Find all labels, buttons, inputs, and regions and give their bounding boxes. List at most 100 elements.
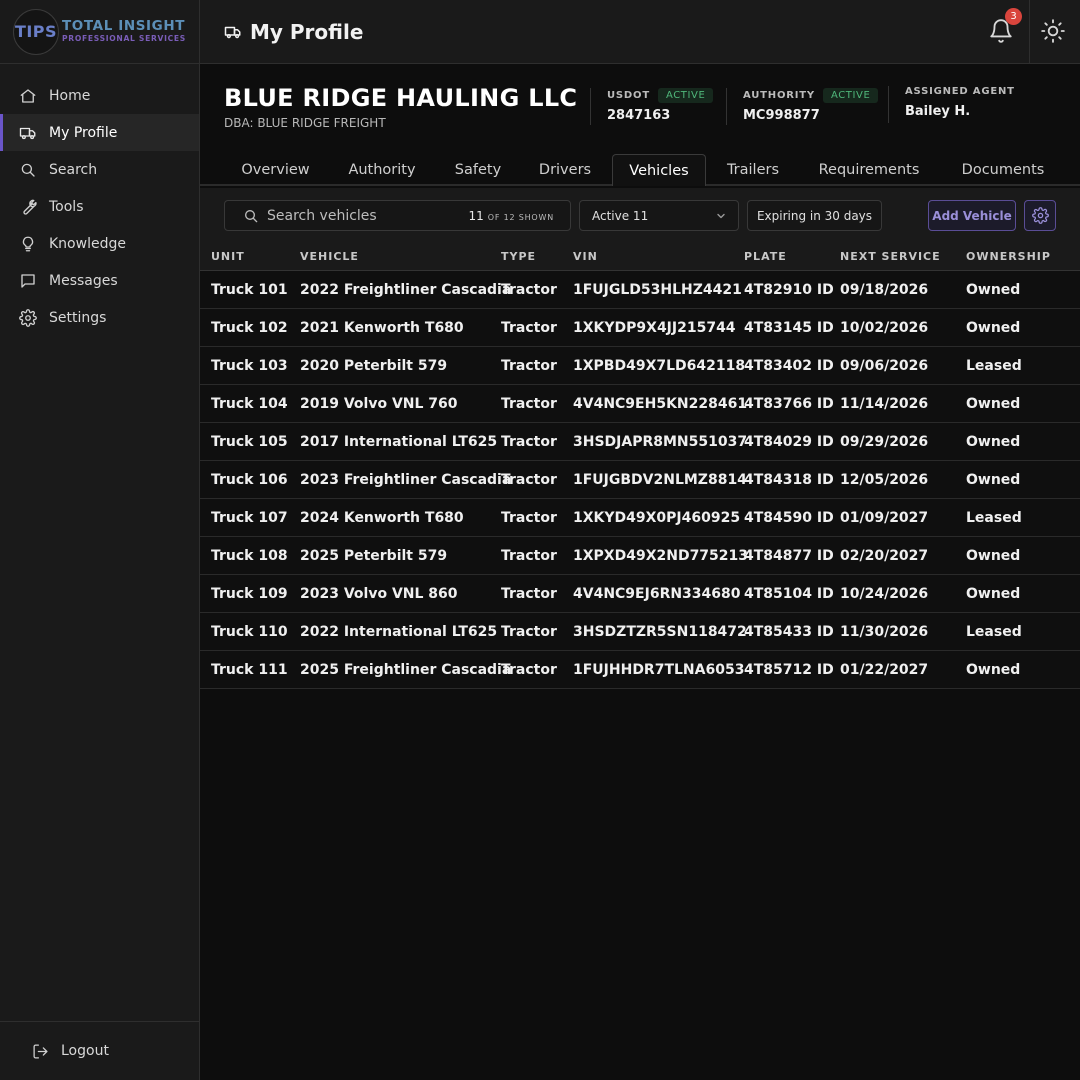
vin-cell: 1FUJGBDV2NLMZ8814 — [573, 472, 747, 488]
truck-icon — [19, 127, 36, 139]
sidebar-item-label: Home — [49, 87, 91, 104]
column-header-ownership[interactable]: OWNERSHIP — [966, 250, 1051, 263]
next-service-cell: 11/14/2026 — [840, 396, 929, 412]
search-icon — [21, 163, 35, 177]
sidebar-item-my-profile[interactable]: My Profile — [0, 114, 199, 151]
column-header-type[interactable]: TYPE — [501, 250, 536, 263]
unit-cell: Truck 108 — [211, 548, 288, 564]
vehicle-cell: 2025 Freightliner Cascadia — [300, 662, 512, 678]
next-service-cell: 09/29/2026 — [840, 434, 929, 450]
company-name: BLUE RIDGE HAULING LLC — [224, 84, 578, 112]
tab-authority[interactable]: Authority — [331, 154, 433, 186]
type-cell: Tractor — [501, 548, 557, 564]
theme-toggle-button[interactable] — [1040, 18, 1068, 46]
plate-cell: 4T84318 ID — [744, 472, 834, 488]
usdot-label: USDOT — [607, 90, 650, 101]
ownership-cell: Owned — [966, 282, 1021, 298]
type-cell: Tractor — [501, 510, 557, 526]
vehicle-cell: 2025 Peterbilt 579 — [300, 548, 448, 564]
tab-overview[interactable]: Overview — [224, 154, 327, 186]
logo-subtitle: PROFESSIONAL SERVICES — [62, 34, 186, 44]
tab-drivers[interactable]: Drivers — [522, 154, 608, 186]
table-row[interactable]: Truck 101 2022 Freightliner Cascadia Tract… — [200, 271, 1080, 309]
sun-icon — [1041, 19, 1065, 43]
unit-cell: Truck 103 — [211, 358, 288, 374]
tab-documents[interactable]: Documents — [944, 154, 1062, 186]
ownership-cell: Leased — [966, 510, 1022, 526]
expiring-filter-button[interactable]: Expiring in 30 days — [747, 200, 882, 231]
column-header-unit[interactable]: UNIT — [211, 250, 245, 263]
plate-cell: 4T84590 ID — [744, 510, 834, 526]
ownership-cell: Owned — [966, 396, 1021, 412]
page-title: My Profile — [224, 20, 363, 44]
search-input[interactable] — [267, 207, 457, 224]
agent-stat: ASSIGNED AGENT Bailey H. — [888, 86, 1015, 123]
vin-cell: 4V4NC9EJ6RN334680 — [573, 586, 741, 602]
add-vehicle-button[interactable]: Add Vehicle — [928, 200, 1016, 231]
plate-cell: 4T83766 ID — [744, 396, 834, 412]
next-service-cell: 09/18/2026 — [840, 282, 929, 298]
sidebar-item-knowledge[interactable]: Knowledge — [0, 225, 199, 262]
vehicle-cell: 2023 Freightliner Cascadia — [300, 472, 512, 488]
status-filter-select[interactable]: Active 11 — [579, 200, 739, 231]
table-settings-button[interactable] — [1024, 200, 1056, 231]
column-header-plate[interactable]: PLATE — [744, 250, 787, 263]
sidebar-item-label: Knowledge — [49, 235, 126, 252]
tab-vehicles[interactable]: Vehicles — [612, 154, 706, 186]
logout-button[interactable]: Logout — [0, 1021, 199, 1080]
vehicle-cell: 2023 Volvo VNL 860 — [300, 586, 458, 602]
table-row[interactable]: Truck 103 2020 Peterbilt 579 Tractor 1XPBD4… — [200, 347, 1080, 385]
sidebar-item-home[interactable]: Home — [0, 77, 199, 114]
table-row[interactable]: Truck 109 2023 Volvo VNL 860 Tractor 4V4NC9… — [200, 575, 1080, 613]
table-row[interactable]: Truck 104 2019 Volvo VNL 760 Tractor 4V4NC9… — [200, 385, 1080, 423]
ownership-cell: Owned — [966, 586, 1021, 602]
unit-cell: Truck 106 — [211, 472, 288, 488]
vehicle-cell: 2019 Volvo VNL 760 — [300, 396, 458, 412]
table-row[interactable]: Truck 106 2023 Freightliner Cascadia Tract… — [200, 461, 1080, 499]
sidebar-nav: Home My Profile Search Tools Knowledge M… — [0, 64, 199, 336]
table-row[interactable]: Truck 105 2017 International LT625 Tractor… — [200, 423, 1080, 461]
plate-cell: 4T83402 ID — [744, 358, 834, 374]
next-service-cell: 10/24/2026 — [840, 586, 929, 602]
table-header: UNIT VEHICLE TYPE VIN PLATE NEXT SERVICE… — [200, 242, 1080, 271]
type-cell: Tractor — [501, 320, 557, 336]
unit-cell: Truck 102 — [211, 320, 288, 336]
ownership-cell: Owned — [966, 472, 1021, 488]
message-icon — [21, 273, 35, 288]
plate-cell: 4T82910 ID — [744, 282, 834, 298]
lightbulb-icon — [22, 236, 34, 251]
tab-safety[interactable]: Safety — [440, 154, 516, 186]
plate-cell: 4T83145 ID — [744, 320, 834, 336]
table-row[interactable]: Truck 110 2022 International LT625 Tractor… — [200, 613, 1080, 651]
sidebar-item-messages[interactable]: Messages — [0, 262, 199, 299]
column-header-next-service[interactable]: NEXT SERVICE — [840, 250, 941, 263]
divider — [1029, 0, 1030, 64]
page-title-text: My Profile — [250, 19, 364, 44]
unit-cell: Truck 104 — [211, 396, 288, 412]
logo[interactable]: TIPS TOTAL INSIGHT PROFESSIONAL SERVICES — [0, 0, 199, 64]
notifications-button[interactable]: 3 — [988, 8, 1022, 46]
table-row[interactable]: Truck 102 2021 Kenworth T680 Tractor 1XKYDP… — [200, 309, 1080, 347]
table-row[interactable]: Truck 108 2025 Peterbilt 579 Tractor 1XPXD4… — [200, 537, 1080, 575]
next-service-cell: 01/09/2027 — [840, 510, 929, 526]
type-cell: Tractor — [501, 586, 557, 602]
search-box[interactable]: 11OF 12 SHOWN — [224, 200, 571, 231]
table-row[interactable]: Truck 107 2024 Kenworth T680 Tractor 1XKYD4… — [200, 499, 1080, 537]
tab-trailers[interactable]: Trailers — [712, 154, 794, 186]
logo-title: TOTAL INSIGHT — [62, 17, 186, 34]
vin-cell: 1FUJGLD53HLHZ4421 — [573, 282, 742, 298]
gear-icon — [1031, 207, 1049, 224]
table-row[interactable]: Truck 111 2025 Freightliner Cascadia Tract… — [200, 651, 1080, 689]
type-cell: Tractor — [501, 396, 557, 412]
sidebar-item-settings[interactable]: Settings — [0, 299, 199, 336]
column-header-vin[interactable]: VIN — [573, 250, 598, 263]
sidebar-item-search[interactable]: Search — [0, 151, 199, 188]
result-count-number: 11 — [468, 209, 484, 223]
gear-icon — [19, 308, 37, 327]
sidebar-item-tools[interactable]: Tools — [0, 188, 199, 225]
tab-requirements[interactable]: Requirements — [800, 154, 938, 186]
type-cell: Tractor — [501, 358, 557, 374]
next-service-cell: 09/06/2026 — [840, 358, 929, 374]
column-header-vehicle[interactable]: VEHICLE — [300, 250, 359, 263]
ownership-cell: Owned — [966, 434, 1021, 450]
